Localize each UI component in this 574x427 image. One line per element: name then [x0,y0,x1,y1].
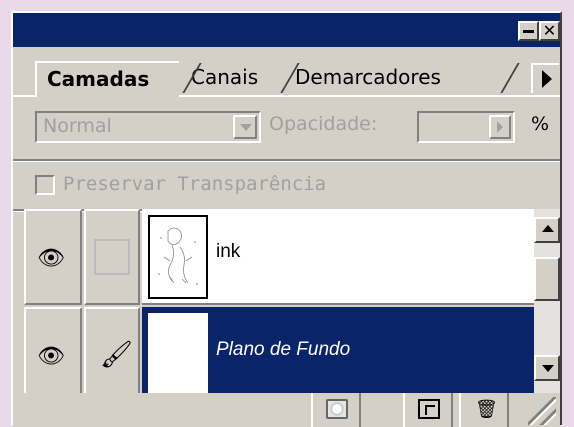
layer-cell[interactable]: ink [142,209,534,305]
layers-list: 👁 ink 👁 🖌 Plano de Fundo [24,209,534,405]
brush-icon: 🖌 [100,339,134,369]
divider [13,159,560,162]
layer-cell[interactable]: Plano de Fundo [142,307,534,403]
palette-tabs: Canais Demarcadores Camadas [13,47,560,97]
tab-camadas[interactable]: Camadas [35,61,179,97]
opacity-label: Opacidade: [269,113,378,135]
new-layer-icon [418,399,440,419]
opacity-arrow-icon[interactable] [489,115,511,139]
delete-layer-button[interactable]: 🗑 [459,393,509,427]
paint-toggle[interactable]: 🖌 [84,307,140,403]
layer-row-selected[interactable]: 👁 🖌 Plano de Fundo [24,307,534,405]
layer-name: Plano de Fundo [216,339,351,360]
blend-row: Normal Opacidade: % [13,97,560,157]
visibility-toggle[interactable]: 👁 [24,209,82,305]
chevron-down-icon[interactable] [233,115,257,139]
minimize-button[interactable] [518,21,539,41]
sketch-thumbnail-icon [157,227,199,286]
palette-titlebar[interactable]: ✕ [13,13,560,47]
preserve-transparency-label: Preservar Transparência [63,173,327,195]
eye-icon: 👁 [37,343,65,368]
visibility-toggle[interactable]: 👁 [24,307,82,403]
new-layer-button[interactable] [403,393,453,427]
palette-footer: 🗑 [13,393,560,427]
layer-mask-icon [326,399,348,419]
blend-mode-value: Normal [43,115,112,137]
resize-grip-icon[interactable] [528,397,556,425]
trash-icon: 🗑 [475,399,498,419]
layer-thumbnail [148,215,208,299]
link-toggle[interactable] [84,209,140,305]
add-mask-button[interactable] [311,393,361,427]
layer-name: ink [216,241,241,262]
eye-icon: 👁 [37,245,65,270]
tab-demarcadores[interactable]: Demarcadores [283,61,535,95]
scroll-thumb[interactable] [534,257,560,301]
blend-mode-select[interactable]: Normal [35,111,261,143]
opacity-unit: % [531,113,550,135]
layers-scrollbar[interactable] [534,209,560,405]
layer-thumbnail [148,313,208,397]
opacity-field[interactable] [417,111,515,143]
scroll-up-icon[interactable] [534,217,560,243]
palette-menu-arrow-icon[interactable] [531,63,559,93]
empty-link-box [94,239,130,275]
preserve-transparency-checkbox[interactable] [35,175,55,195]
layers-palette: ✕ Canais Demarcadores Camadas Normal Opa… [11,11,562,427]
layer-row[interactable]: 👁 ink [24,209,534,307]
scroll-down-icon[interactable] [534,355,560,381]
close-button[interactable]: ✕ [539,21,560,41]
